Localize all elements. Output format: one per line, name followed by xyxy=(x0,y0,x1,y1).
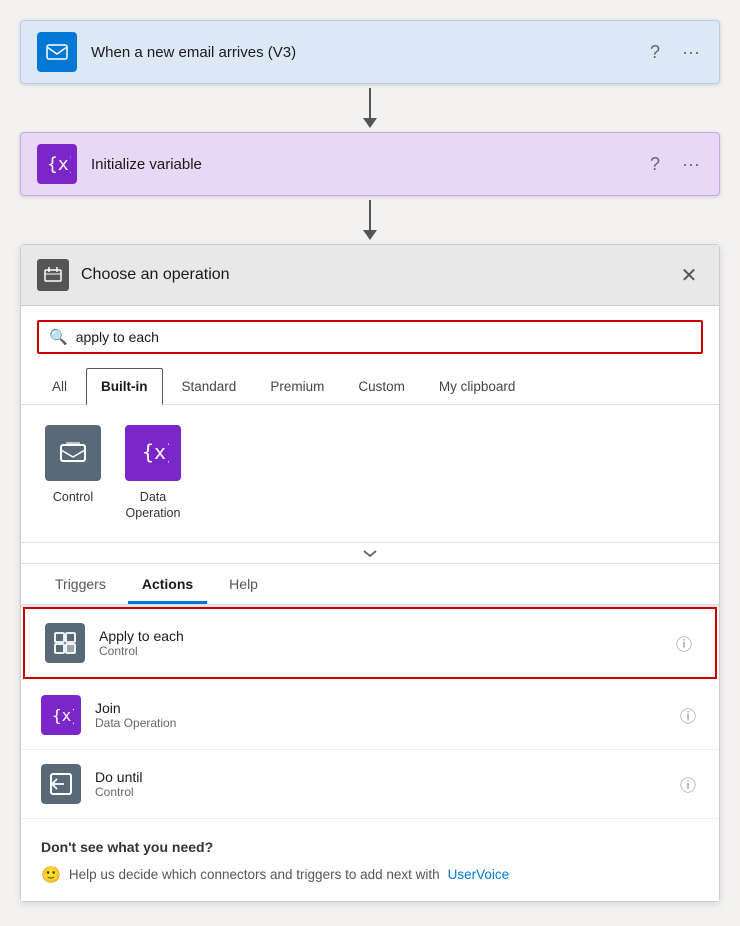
data-op-icon-box: {x} xyxy=(125,425,181,481)
variable-step-card: {x} Initialize variable ? ··· xyxy=(20,132,720,196)
variable-step-actions: ? ··· xyxy=(643,152,703,176)
arrow-head-2 xyxy=(363,230,377,240)
join-info-icon[interactable]: ⓘ xyxy=(677,704,699,726)
apply-to-each-sub: Control xyxy=(99,644,673,658)
arrow-line-2 xyxy=(369,200,371,230)
action-item-do-until[interactable]: Do until Control ⓘ xyxy=(21,750,719,819)
search-icon: 🔍 xyxy=(49,328,68,346)
email-step-card: When a new email arrives (V3) ? ··· xyxy=(20,20,720,84)
svg-text:{x}: {x} xyxy=(47,154,71,175)
sub-tab-triggers[interactable]: Triggers xyxy=(41,564,120,604)
control-icon-box xyxy=(45,425,101,481)
search-container: 🔍 xyxy=(21,306,719,368)
do-until-name: Do until xyxy=(95,769,677,785)
do-until-icon xyxy=(41,764,81,804)
action-item-join[interactable]: {x} Join Data Operation ⓘ xyxy=(21,681,719,750)
control-label: Control xyxy=(53,489,93,505)
canvas: When a new email arrives (V3) ? ··· {x} … xyxy=(0,0,740,926)
category-data-operation[interactable]: {x} DataOperation xyxy=(125,425,181,522)
join-name: Join xyxy=(95,700,677,716)
email-help-icon[interactable]: ? xyxy=(643,40,667,64)
search-input[interactable] xyxy=(76,329,691,345)
sub-tab-help[interactable]: Help xyxy=(215,564,272,604)
op-header-icon xyxy=(37,259,69,291)
tab-premium[interactable]: Premium xyxy=(255,368,339,405)
dont-see-text: Don't see what you need? xyxy=(41,839,699,855)
variable-help-icon[interactable]: ? xyxy=(643,152,667,176)
op-close-button[interactable]: ✕ xyxy=(675,261,703,289)
tab-clipboard[interactable]: My clipboard xyxy=(424,368,531,405)
email-step-icon xyxy=(37,32,77,72)
uservoice-link[interactable]: UserVoice xyxy=(448,867,510,882)
data-op-label: DataOperation xyxy=(126,489,181,522)
collapse-toggle[interactable] xyxy=(21,543,719,564)
email-step-actions: ? ··· xyxy=(643,40,703,64)
tab-builtin[interactable]: Built-in xyxy=(86,368,163,405)
bottom-section: Don't see what you need? 🙂 Help us decid… xyxy=(21,819,719,901)
sub-tabs-row: Triggers Actions Help xyxy=(21,564,719,605)
action-list: Apply to each Control ⓘ {x} Join Data Op… xyxy=(21,607,719,819)
variable-step-icon: {x} xyxy=(37,144,77,184)
email-step-title: When a new email arrives (V3) xyxy=(91,44,643,61)
arrow-connector-1 xyxy=(363,84,377,132)
arrow-connector-2 xyxy=(363,196,377,244)
email-more-icon[interactable]: ··· xyxy=(679,40,703,64)
search-box: 🔍 xyxy=(37,320,703,354)
join-sub: Data Operation xyxy=(95,716,677,730)
sub-tab-actions[interactable]: Actions xyxy=(128,564,207,604)
variable-step-title: Initialize variable xyxy=(91,156,643,173)
apply-to-each-info-icon[interactable]: ⓘ xyxy=(673,632,695,654)
category-control[interactable]: Control xyxy=(45,425,101,522)
svg-text:{x}: {x} xyxy=(142,440,169,464)
operation-chooser: Choose an operation ✕ 🔍 All Built-in Sta… xyxy=(20,244,720,902)
help-text: Help us decide which connectors and trig… xyxy=(69,867,440,882)
arrow-head-1 xyxy=(363,118,377,128)
help-row: 🙂 Help us decide which connectors and tr… xyxy=(41,865,699,885)
action-item-apply-to-each[interactable]: Apply to each Control ⓘ xyxy=(23,607,717,679)
smiley-icon: 🙂 xyxy=(41,865,61,885)
do-until-info-icon[interactable]: ⓘ xyxy=(677,773,699,795)
tab-all[interactable]: All xyxy=(37,368,82,405)
do-until-sub: Control xyxy=(95,785,677,799)
op-header-title: Choose an operation xyxy=(81,266,675,284)
join-text: Join Data Operation xyxy=(95,700,677,730)
apply-to-each-name: Apply to each xyxy=(99,628,673,644)
arrow-line-1 xyxy=(369,88,371,118)
variable-more-icon[interactable]: ··· xyxy=(679,152,703,176)
tabs-row: All Built-in Standard Premium Custom My … xyxy=(21,368,719,405)
categories-area: Control {x} DataOperation xyxy=(21,405,719,543)
svg-text:{x}: {x} xyxy=(52,706,74,725)
apply-to-each-text: Apply to each Control xyxy=(99,628,673,658)
tab-standard[interactable]: Standard xyxy=(167,368,252,405)
join-icon: {x} xyxy=(41,695,81,735)
apply-to-each-icon xyxy=(45,623,85,663)
op-chooser-header: Choose an operation ✕ xyxy=(21,245,719,306)
tab-custom[interactable]: Custom xyxy=(343,368,420,405)
do-until-text: Do until Control xyxy=(95,769,677,799)
